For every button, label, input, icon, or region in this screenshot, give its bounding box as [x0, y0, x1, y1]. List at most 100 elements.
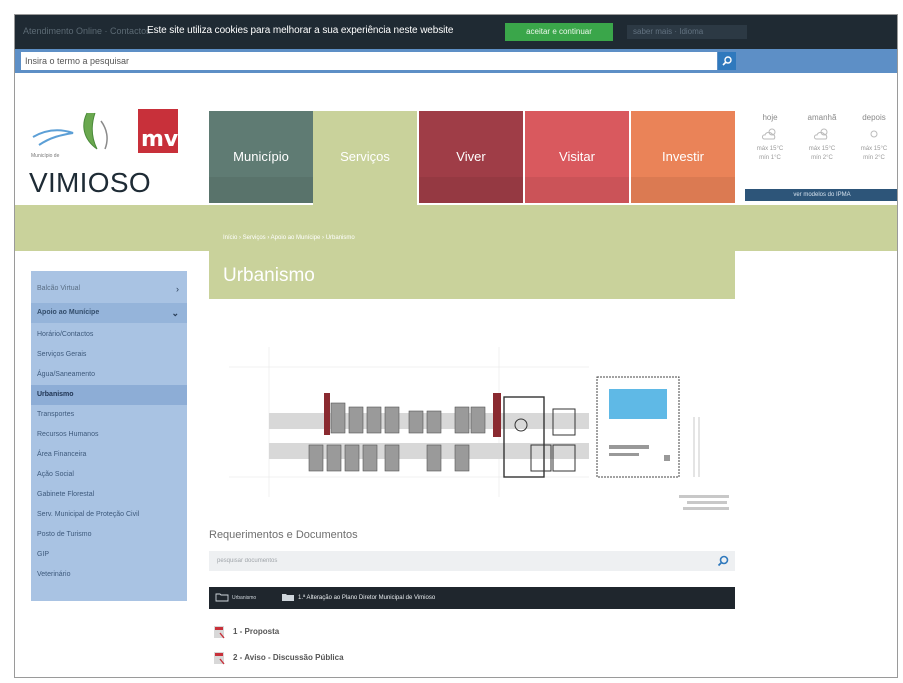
logo-subtitle: Município de [31, 153, 60, 159]
weather-day: depois máx 15°C mín 2°C [849, 111, 897, 163]
logo-name: VIMIOSO [29, 167, 151, 198]
sidebar-item-label: Serv. Municipal de Proteção Civil [37, 511, 140, 518]
sidebar-item-label: Ação Social [37, 471, 74, 478]
chevron-down-icon: ⌄ [171, 308, 179, 318]
sidebar-item-label: Posto de Turismo [37, 531, 92, 538]
documents-search-input[interactable] [209, 551, 709, 571]
header-band [15, 205, 897, 251]
sidebar-item-servicos-gerais[interactable]: Serviços Gerais [31, 345, 187, 365]
pdf-file-icon [214, 626, 225, 639]
cookie-message: Este site utiliza cookies para melhorar … [147, 25, 454, 36]
sidebar-item-transportes[interactable]: Transportes [31, 405, 187, 425]
browser-frame: Atendimento Online · Contactos Este site… [14, 14, 898, 678]
folder-current-label: 1.ª Alteração ao Plano Diretor Municipal… [298, 595, 436, 601]
partly-cloudy-icon [814, 128, 828, 140]
nav-tile-servicos[interactable]: Serviços [313, 111, 417, 209]
accept-cookies-button[interactable]: aceitar e continuar [505, 23, 613, 41]
nav-label: Visitar [559, 149, 595, 164]
documents-title: Requerimentos e Documentos [209, 529, 358, 541]
chevron-right-icon: › [176, 284, 179, 294]
sidebar-item-label: Recursos Humanos [37, 431, 99, 438]
sidebar-item-apoio-municipe[interactable]: Apoio ao Munícipe ⌄ [31, 303, 187, 323]
folder-root[interactable]: Urbanismo [215, 587, 256, 609]
sidebar-item-horario-contactos[interactable]: Horário/Contactos [31, 325, 187, 345]
search-bar [15, 49, 897, 73]
mv-monogram: mv [138, 109, 178, 153]
search-input[interactable] [21, 52, 717, 70]
tile-band [631, 177, 735, 203]
weather-day: hoje máx 15°C mín 1°C [745, 111, 795, 163]
bird-icon [32, 112, 108, 150]
urban-plan-image [209, 327, 739, 513]
weather-min: mín 1°C [759, 155, 781, 161]
search-icon [722, 56, 732, 66]
weather-day: amanhã máx 15°C mín 2°C [797, 111, 847, 163]
weather-max: máx 15°C [860, 146, 888, 152]
sidebar-item-acao-social[interactable]: Ação Social [31, 465, 187, 485]
file-name: 2 - Aviso - Discussão Pública [233, 653, 344, 663]
file-item[interactable]: 2 - Aviso - Discussão Pública [213, 651, 344, 665]
sidebar-item-gip[interactable]: GIP [31, 545, 187, 565]
title-panel: Urbanismo [209, 251, 735, 299]
top-links[interactable]: Atendimento Online · Contactos [23, 26, 151, 36]
nav-label: Serviços [340, 149, 390, 164]
sidebar-item-veterinario[interactable]: Veterinário [31, 565, 187, 585]
nav-tile-viver[interactable]: Viver [419, 111, 523, 203]
documents-search [209, 551, 735, 571]
tile-band [419, 177, 523, 203]
file-item[interactable]: 1 - Proposta [213, 625, 279, 639]
pdf-file-icon [214, 652, 225, 665]
folder-current[interactable]: 1.ª Alteração ao Plano Diretor Municipal… [281, 587, 435, 609]
sidebar-item-posto-turismo[interactable]: Posto de Turismo [31, 525, 187, 545]
partly-cloudy-icon [762, 128, 776, 140]
nav-tile-investir[interactable]: Investir [631, 111, 735, 203]
weather-day-label: depois [862, 113, 886, 122]
sun-icon [870, 130, 878, 138]
weather-max: máx 15°C [808, 146, 836, 152]
breadcrumb[interactable]: Início › Serviços › Apoio ao Munícipe › … [223, 235, 355, 241]
folder-open-icon [282, 593, 294, 601]
forecast-link[interactable]: ver modelos do IPMA [745, 189, 897, 201]
sidebar-item-protecao-civil[interactable]: Serv. Municipal de Proteção Civil [31, 505, 187, 525]
sidebar-item-gabinete-florestal[interactable]: Gabinete Florestal [31, 485, 187, 505]
sidebar-item-urbanismo[interactable]: Urbanismo [31, 385, 187, 405]
sidebar-item-label: Veterinário [37, 571, 71, 578]
sidebar-item-label: Urbanismo [37, 391, 74, 398]
folder-root-label: Urbanismo [232, 595, 257, 601]
weather-day-label: amanhã [807, 113, 837, 122]
weather-widget: hoje máx 15°C mín 1°C amanhã máx 15°C mí… [745, 111, 897, 209]
nav-label: Viver [456, 149, 486, 164]
sidebar-item-label: Apoio ao Munícipe [37, 309, 100, 316]
sidebar-item-label: Transportes [37, 411, 75, 418]
nav-label: Município [233, 149, 289, 164]
tile-band [209, 177, 313, 203]
sidebar-item-recursos-humanos[interactable]: Recursos Humanos [31, 425, 187, 445]
municipality-logo[interactable]: mv Município de VIMIOSO [25, 107, 195, 207]
sidebar-item-label: Horário/Contactos [37, 331, 94, 338]
weather-min: mín 2°C [811, 155, 833, 161]
cookie-bar: Atendimento Online · Contactos Este site… [15, 15, 897, 49]
nav-tile-visitar[interactable]: Visitar [525, 111, 629, 203]
sidebar-item-label: Serviços Gerais [37, 351, 87, 358]
folder-open-icon [215, 593, 229, 602]
sidebar-item-label: Balcão Virtual [37, 285, 81, 292]
weather-day-label: hoje [762, 113, 778, 122]
page-title: Urbanismo [223, 265, 315, 286]
monogram-text: mv [141, 127, 179, 152]
search-icon[interactable] [717, 555, 729, 567]
sidebar-item-label: Área Financeira [37, 451, 87, 458]
folder-breadcrumb-bar: Urbanismo 1.ª Alteração ao Plano Diretor… [209, 587, 735, 609]
file-name: 1 - Proposta [233, 627, 280, 637]
sidebar-item-label: Gabinete Florestal [37, 491, 95, 498]
sidebar-item-agua-saneamento[interactable]: Água/Saneamento [31, 365, 187, 385]
sidebar-item-area-financeira[interactable]: Área Financeira [31, 445, 187, 465]
sidebar-item-balcao-virtual[interactable]: Balcão Virtual › [31, 279, 187, 299]
sidebar-item-label: GIP [37, 551, 50, 558]
nav-tile-municipio[interactable]: Município [209, 111, 313, 203]
nav-label: Investir [662, 149, 704, 164]
sidebar-item-label: Água/Saneamento [37, 371, 95, 378]
sidebar: Balcão Virtual › Apoio ao Munícipe ⌄ Horár… [31, 271, 187, 601]
search-button[interactable] [718, 52, 736, 70]
weather-max: máx 15°C [756, 146, 784, 152]
more-info-link[interactable]: saber mais · Idioma [627, 25, 747, 39]
